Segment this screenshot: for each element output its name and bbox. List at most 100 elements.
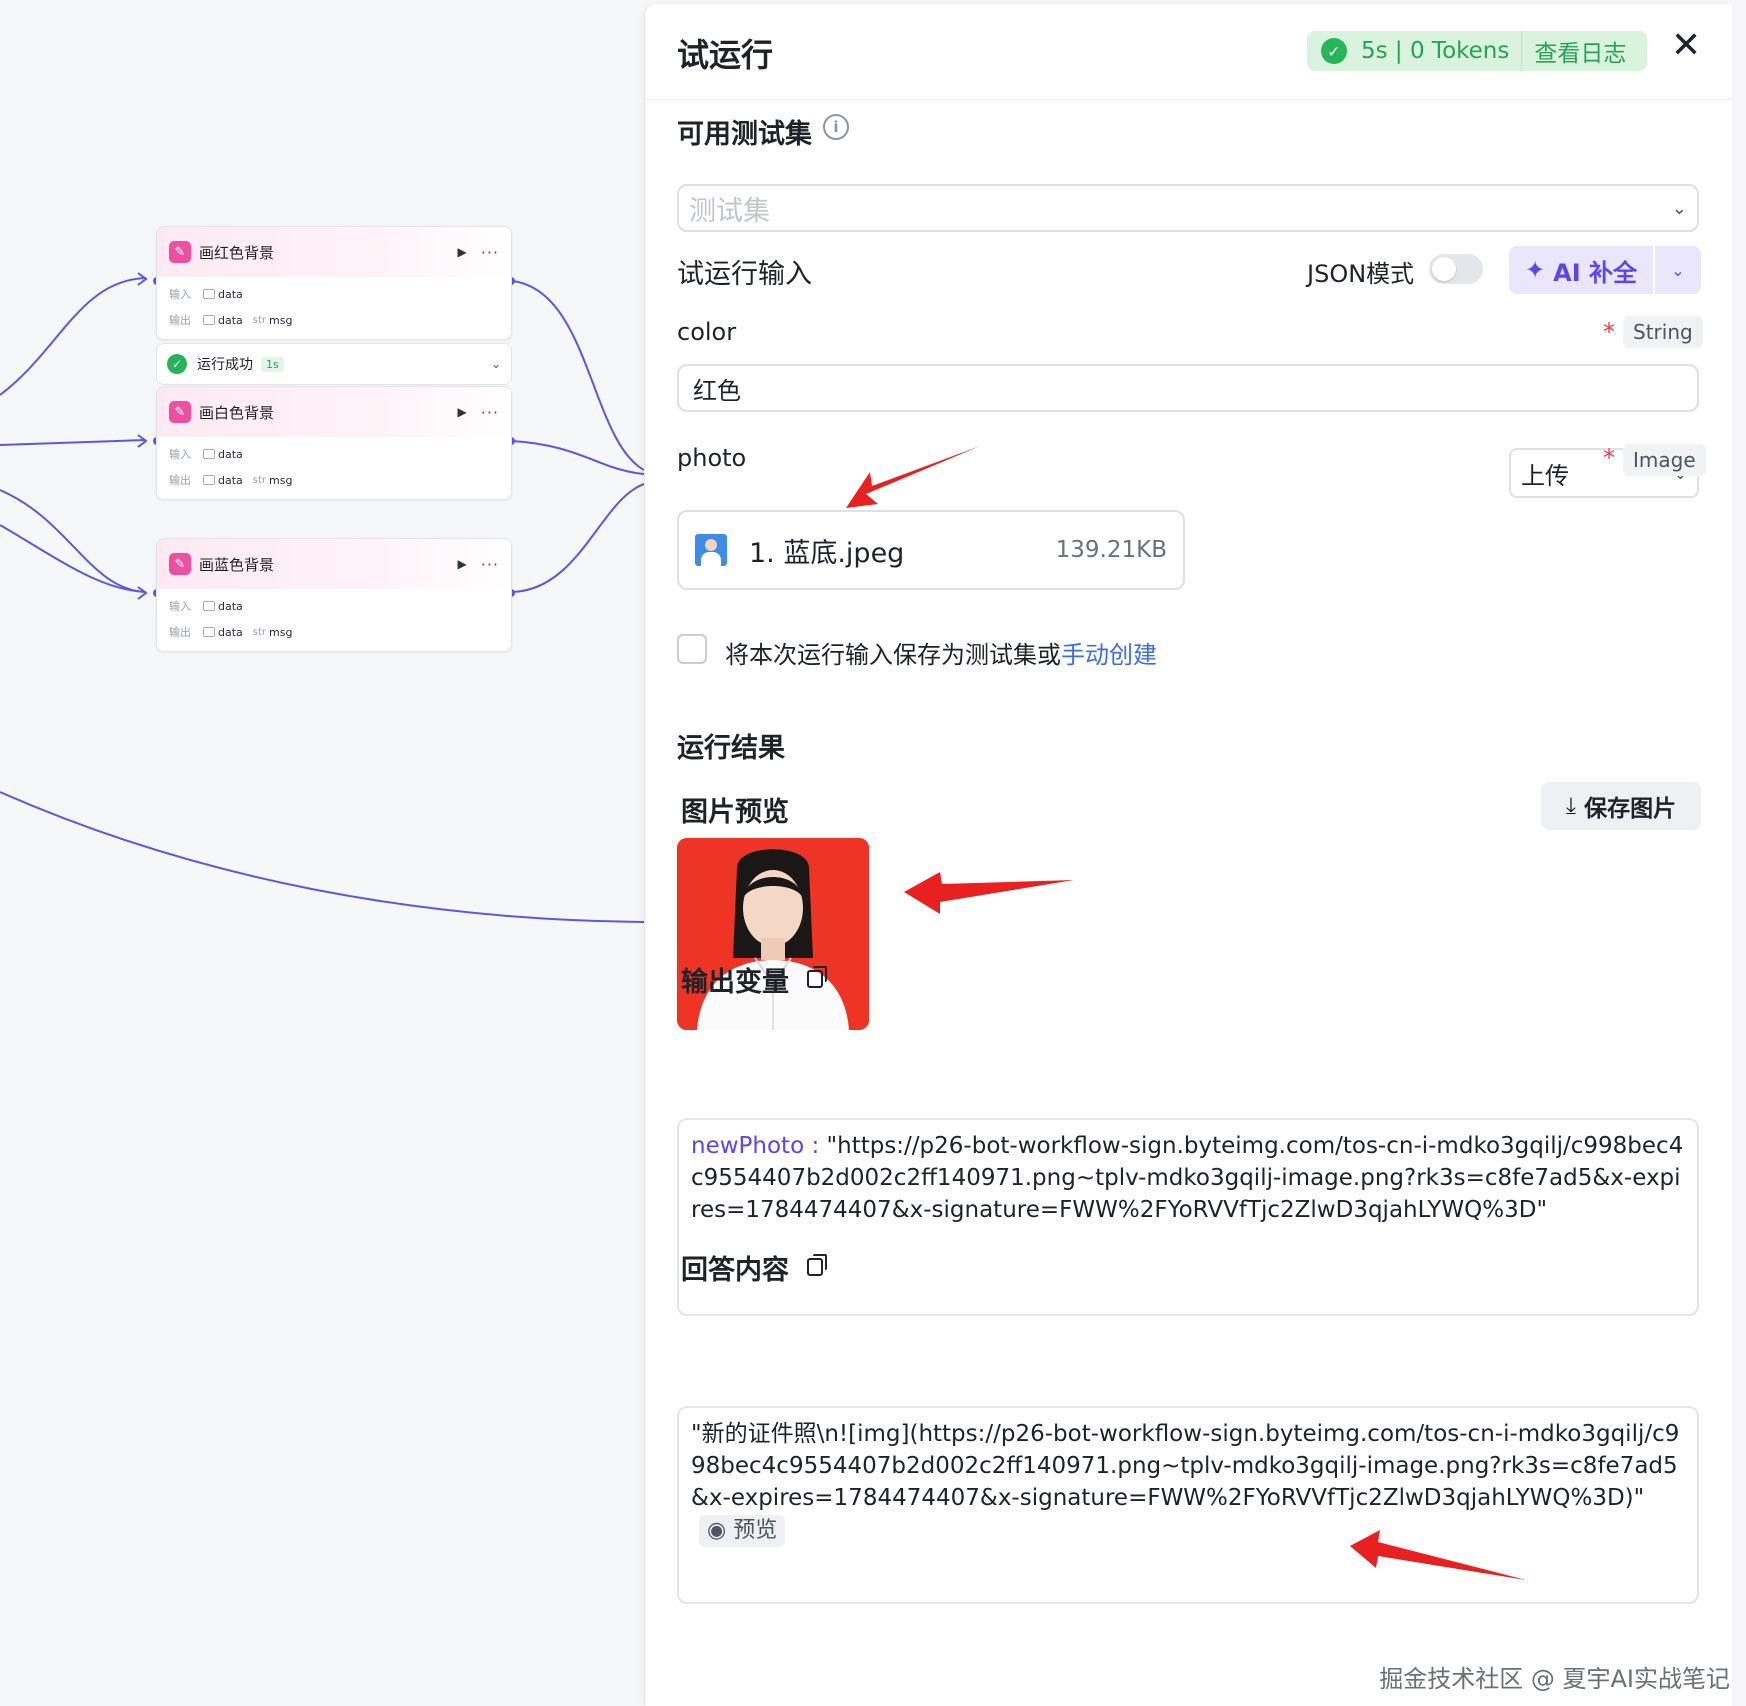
output-var: data <box>218 625 243 639</box>
photo-field-name: photo <box>677 444 747 472</box>
ai-complete-button[interactable]: ✦ AI 补全 <box>1509 246 1653 294</box>
run-stats-badge: ✓ 5s | 0 Tokens 查看日志 <box>1307 31 1647 71</box>
testset-label: 可用测试集 <box>677 119 812 150</box>
run-duration-badge: 1s <box>261 356 284 372</box>
copy-icon[interactable] <box>807 1254 827 1276</box>
watermark: 掘金技术社区 @ 夏宇AI实战笔记 <box>1379 1665 1730 1693</box>
more-icon[interactable]: ··· <box>481 403 499 422</box>
play-icon[interactable]: ▶ <box>458 405 467 419</box>
eye-icon: ◉ <box>707 1518 734 1543</box>
output-variable-box[interactable]: newPhoto : "https://p26-bot-workflow-sig… <box>677 1118 1699 1316</box>
testset-select[interactable]: 测试集 ⌄ <box>677 184 1699 232</box>
photo-type-tag: Image <box>1623 444 1706 476</box>
node-header: ✎ 画蓝色背景 ▶ ··· <box>157 539 511 589</box>
answer-preview-button[interactable]: ◉ 预览 <box>699 1515 786 1547</box>
output-label: 输出 <box>169 474 191 487</box>
workflow-node-white[interactable]: ✎ 画白色背景 ▶ ··· 输入 data 输出 data str msg <box>156 386 512 500</box>
required-mark: * <box>1603 318 1615 346</box>
node-output-row: 输出 data str msg <box>169 619 499 645</box>
more-icon[interactable]: ··· <box>481 555 499 574</box>
output-label: 输出 <box>169 626 191 639</box>
ai-complete-dropdown[interactable]: ⌄ <box>1655 246 1701 294</box>
image-icon <box>203 289 215 299</box>
test-run-panel: 试运行 ✓ 5s | 0 Tokens 查看日志 ✕ 可用测试集 i 测试集 ⌄… <box>644 4 1733 1706</box>
output-type: str <box>252 314 267 326</box>
info-icon[interactable]: i <box>823 114 849 140</box>
output-var: msg <box>269 625 293 639</box>
check-icon: ✓ <box>1321 38 1347 64</box>
input-var: data <box>218 287 243 301</box>
image-icon <box>203 601 215 611</box>
input-label: 输入 <box>169 288 191 301</box>
image-icon <box>203 627 215 637</box>
workflow-node-blue[interactable]: ✎ 画蓝色背景 ▶ ··· 输入 data 输出 data str msg <box>156 538 512 652</box>
play-icon[interactable]: ▶ <box>458 557 467 571</box>
output-label: 输出 <box>169 314 191 327</box>
output-var: data <box>218 473 243 487</box>
uploaded-file[interactable]: 1. 蓝底.jpeg 139.21KB <box>677 510 1185 590</box>
panel-title: 试运行 <box>677 36 774 74</box>
testset-placeholder: 测试集 <box>689 195 770 227</box>
node-input-row: 输入 data <box>169 281 499 307</box>
required-mark: * <box>1603 444 1615 472</box>
output-type: str <box>252 626 267 638</box>
sparkle-icon: ✦ <box>1525 256 1546 284</box>
view-log-link[interactable]: 查看日志 <box>1534 34 1626 68</box>
run-stats-text: 5s | 0 Tokens <box>1361 38 1510 64</box>
ai-complete-label: AI 补全 <box>1553 258 1637 287</box>
node-header: ✎ 画白色背景 ▶ ··· <box>157 387 511 437</box>
node-input-row: 输入 data <box>169 441 499 467</box>
chevron-down-icon: ⌄ <box>1671 260 1685 280</box>
more-icon[interactable]: ··· <box>481 243 499 262</box>
node-title: 画蓝色背景 <box>199 555 275 574</box>
node-output-row: 输出 data str msg <box>169 307 499 333</box>
color-input[interactable]: 红色 <box>677 364 1699 412</box>
output-var: msg <box>269 313 293 327</box>
output-separator: : <box>804 1133 827 1159</box>
node-header: ✎ 画红色背景 ▶ ··· <box>157 227 511 277</box>
result-image-preview[interactable] <box>677 838 869 1030</box>
answer-preview-label: 预览 <box>733 1518 778 1543</box>
workflow-node-red[interactable]: ✎ 画红色背景 ▶ ··· 输入 data 输出 data str msg <box>156 226 512 340</box>
output-type: str <box>252 474 267 486</box>
copy-icon[interactable] <box>807 966 827 988</box>
manual-create-link[interactable]: 手动创建 <box>1061 641 1157 669</box>
input-var: data <box>218 447 243 461</box>
answer-content-label: 回答内容 <box>681 1255 789 1286</box>
json-mode-toggle[interactable] <box>1429 254 1483 284</box>
chevron-down-icon: ⌄ <box>1671 197 1687 219</box>
image-icon <box>203 475 215 485</box>
play-icon[interactable]: ▶ <box>458 245 467 259</box>
save-image-button[interactable]: ⤓ 保存图片 <box>1541 782 1701 830</box>
image-preview-label: 图片预览 <box>681 797 789 828</box>
color-field-name: color <box>677 318 737 346</box>
answer-value: "新的证件照\n![img](https://p26-bot-workflow-… <box>691 1421 1680 1511</box>
toggle-knob <box>1432 257 1456 281</box>
chevron-down-icon[interactable]: ⌄ <box>491 357 501 371</box>
output-value: "https://p26-bot-workflow-sign.byteimg.c… <box>691 1133 1684 1223</box>
close-icon[interactable]: ✕ <box>1671 28 1701 64</box>
color-input-value: 红色 <box>693 376 741 405</box>
output-key: newPhoto <box>691 1133 805 1159</box>
run-result-label: 运行结果 <box>677 733 785 764</box>
answer-content-box[interactable]: "新的证件照\n![img](https://p26-bot-workflow-… <box>677 1406 1699 1604</box>
pencil-icon: ✎ <box>169 241 191 263</box>
output-var: msg <box>269 473 293 487</box>
portrait-image <box>677 838 869 1030</box>
image-icon <box>203 315 215 325</box>
file-thumbnail <box>695 534 727 566</box>
save-text: 将本次运行输入保存为测试集或 <box>725 641 1061 669</box>
run-status-bar[interactable]: ✓ 运行成功 1s ⌄ <box>156 343 512 385</box>
panel-header: 试运行 ✓ 5s | 0 Tokens 查看日志 ✕ <box>645 4 1733 100</box>
save-as-testset-text: 将本次运行输入保存为测试集或手动创建 <box>725 635 1157 670</box>
file-size: 139.21KB <box>1055 537 1167 563</box>
divider <box>1521 31 1523 71</box>
node-input-row: 输入 data <box>169 593 499 619</box>
workflow-canvas[interactable]: ✎ 画红色背景 ▶ ··· 输入 data 输出 data str msg ✓ 运… <box>0 0 644 1706</box>
node-title: 画红色背景 <box>199 243 275 262</box>
check-icon: ✓ <box>167 354 187 374</box>
image-icon <box>203 449 215 459</box>
node-title: 画白色背景 <box>199 403 275 422</box>
save-as-testset-checkbox[interactable] <box>677 634 707 664</box>
output-var: data <box>218 313 243 327</box>
